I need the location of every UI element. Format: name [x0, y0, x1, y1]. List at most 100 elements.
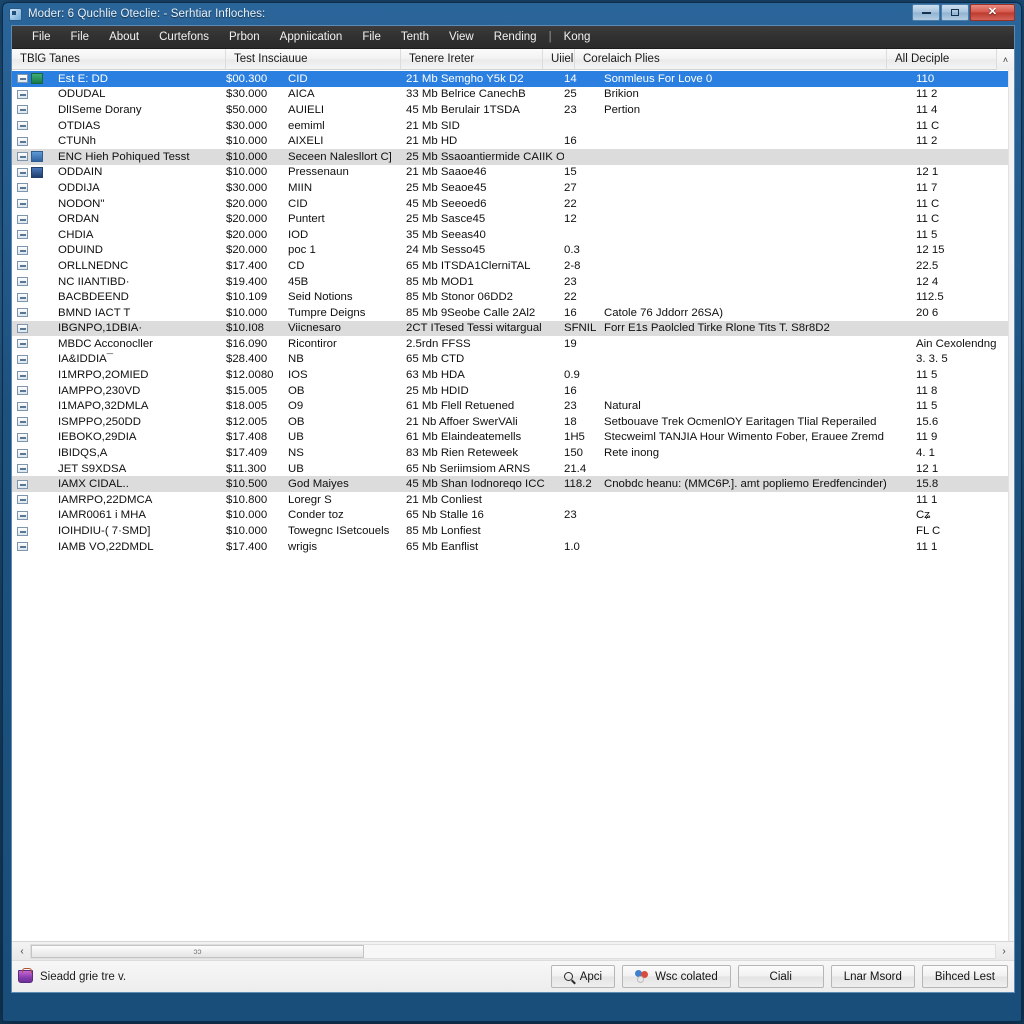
table-row[interactable]: ISMPPO,250DD $12.005 OB 21 Nb Affoer SwerVA…: [12, 414, 1008, 430]
row-badge-icon[interactable]: [31, 323, 43, 334]
row-badge-icon[interactable]: [31, 479, 43, 490]
list-item-icon[interactable]: [17, 339, 28, 349]
row-badge-icon[interactable]: [31, 370, 43, 381]
row-badge-icon[interactable]: [31, 385, 43, 396]
row-badge-icon[interactable]: [31, 151, 43, 163]
menu-item-0[interactable]: File: [22, 29, 61, 45]
horizontal-scrollbar[interactable]: ‹ ɔɔ ›: [12, 941, 1014, 960]
list-item-icon[interactable]: [17, 542, 28, 552]
menu-item-9[interactable]: Rending: [484, 29, 547, 45]
row-badge-icon[interactable]: [31, 432, 43, 443]
list-item-icon[interactable]: [17, 323, 28, 333]
list-view[interactable]: Est E: DD $00.300 CID 21 Mb Semgho Y5k D2 14…: [12, 70, 1014, 941]
list-item-icon[interactable]: [17, 510, 28, 520]
row-badge-icon[interactable]: [31, 276, 43, 287]
menu-item-trailing[interactable]: Kong: [554, 29, 601, 45]
list-item-icon[interactable]: [17, 417, 28, 427]
lnar-msord-button[interactable]: Lnar Msord: [830, 965, 915, 988]
table-row[interactable]: DlISeme Dorany $50.000 AUIELI 45 Mb Berulai…: [12, 102, 1008, 118]
table-row[interactable]: ORDAN $20.000 Puntert 25 Mb Sasce45 12 11 C: [12, 211, 1008, 227]
table-row[interactable]: ODDIJA $30.000 MIIN 25 Mb Seaoe45 27 11 7: [12, 180, 1008, 196]
menu-item-2[interactable]: About: [99, 29, 149, 45]
vertical-scrollbar[interactable]: [1008, 70, 1014, 941]
list-item-icon[interactable]: [17, 74, 28, 84]
table-row[interactable]: IEBOKO,29DIA $17.408 UB 61 Mb Elaindeatemel…: [12, 430, 1008, 446]
table-row[interactable]: I1MAPO,32DMLA $18.005 O9 61 Mb Flell Retuen…: [12, 398, 1008, 414]
list-item-icon[interactable]: [17, 526, 28, 536]
list-item-icon[interactable]: [17, 152, 28, 162]
scroll-up-icon[interactable]: ˄: [996, 49, 1014, 70]
row-badge-icon[interactable]: [31, 307, 43, 318]
title-bar[interactable]: Moder: 6 Quchlie Oteclie: - Serhtiar Inf…: [3, 3, 1021, 25]
table-row[interactable]: BACBDEEND $10.109 Seid Notions 85 Mb Stonor…: [12, 289, 1008, 305]
menu-item-4[interactable]: Prbon: [219, 29, 270, 45]
table-row[interactable]: CHDIA $20.000 IOD 35 Mb Seeas40 11 5: [12, 227, 1008, 243]
list-item-icon[interactable]: [17, 277, 28, 287]
minimize-button[interactable]: [912, 4, 940, 21]
list-item-icon[interactable]: [17, 432, 28, 442]
list-item-icon[interactable]: [17, 199, 28, 209]
table-row[interactable]: IAMB VO,22DMDL $17.400 wrigis 65 Mb Eanflis…: [12, 539, 1008, 555]
table-row[interactable]: IAMPPO,230VD $15.005 OB 25 Mb HDID 16 11 8: [12, 383, 1008, 399]
table-row[interactable]: IAMX CIDAL.. $10.500 God Maiyes 45 Mb Shan …: [12, 476, 1008, 493]
menu-item-5[interactable]: Appniication: [270, 29, 353, 45]
row-badge-icon[interactable]: [31, 214, 43, 225]
list-item-icon[interactable]: [17, 386, 28, 396]
table-row[interactable]: OTDIAS $30.000 eemiml 21 Mb SID 11 C: [12, 118, 1008, 134]
list-item-icon[interactable]: [17, 261, 28, 271]
row-badge-icon[interactable]: [31, 338, 43, 349]
row-badge-icon[interactable]: [31, 245, 43, 256]
table-row[interactable]: ODUIND $20.000 poc 1 24 Mb Sesso45 0.3 12 15: [12, 243, 1008, 259]
table-row[interactable]: NODON" $20.000 CID 45 Mb Seeoed6 22 11 C: [12, 196, 1008, 212]
scroll-left-icon[interactable]: ‹: [14, 944, 30, 959]
list-item-icon[interactable]: [17, 448, 28, 458]
row-badge-icon[interactable]: [31, 292, 43, 303]
menu-item-8[interactable]: View: [439, 29, 484, 45]
list-item-icon[interactable]: [17, 136, 28, 146]
table-row[interactable]: IBIDQS,A $17.409 NS 83 Mb Rien Reteweek 150 R…: [12, 445, 1008, 461]
row-badge-icon[interactable]: [31, 166, 43, 178]
row-badge-icon[interactable]: [31, 198, 43, 209]
column-header-3[interactable]: Uiiel: [543, 48, 575, 70]
table-row[interactable]: ORLLNEDNC $17.400 CD 65 Mb ITSDA1ClerniTAL 2…: [12, 258, 1008, 274]
row-badge-icon[interactable]: [31, 510, 43, 521]
row-badge-icon[interactable]: [31, 526, 43, 537]
table-row[interactable]: ODDAIN $10.000 Pressenaun 21 Mb Saaoe46 15 12…: [12, 165, 1008, 181]
row-badge-icon[interactable]: [31, 89, 43, 100]
table-row[interactable]: MBDC Acconocller $16.090 Ricontiror 2.5rdn …: [12, 336, 1008, 352]
row-badge-icon[interactable]: [31, 104, 43, 115]
list-item-icon[interactable]: [17, 89, 28, 99]
table-row[interactable]: CTUNh $10.000 AIXELI 21 Mb HD 16 11 2: [12, 133, 1008, 149]
menu-item-7[interactable]: Tenth: [391, 29, 439, 45]
table-row[interactable]: ODUDAL $30.000 AICA 33 Mb Belrice CanechB 25…: [12, 87, 1008, 103]
list-item-icon[interactable]: [17, 292, 28, 302]
table-row[interactable]: BMND IACT T $10.000 Tumpre Deigns 85 Mb 9Se…: [12, 305, 1008, 321]
row-badge-icon[interactable]: [31, 260, 43, 271]
list-item-icon[interactable]: [17, 401, 28, 411]
table-row[interactable]: IA&IDDIA¯ $28.400 NB 65 Mb CTD 3. 3. 5: [12, 352, 1008, 368]
menu-item-6[interactable]: File: [352, 29, 391, 45]
list-item-icon[interactable]: [17, 183, 28, 193]
horizontal-scroll-track[interactable]: ɔɔ: [30, 943, 996, 959]
list-item-icon[interactable]: [17, 370, 28, 380]
list-item-icon[interactable]: [17, 308, 28, 318]
ciali-button[interactable]: Ciali: [737, 965, 824, 988]
table-row[interactable]: IAMRPO,22DMCA $10.800 Loregr S 21 Mb Conlie…: [12, 492, 1008, 508]
menu-item-3[interactable]: Curtefons: [149, 29, 219, 45]
column-header-4[interactable]: Corelaich Plies: [575, 48, 887, 70]
column-header-0[interactable]: TBlG Tanes: [12, 48, 226, 70]
row-badge-icon[interactable]: [31, 401, 43, 412]
list-item-icon[interactable]: [17, 214, 28, 224]
list-item-icon[interactable]: [17, 479, 28, 489]
table-row[interactable]: IAMR0061 i MHA $10.000 Conder toz 65 Nb Sta…: [12, 508, 1008, 524]
row-badge-icon[interactable]: [31, 541, 43, 552]
list-item-icon[interactable]: [17, 495, 28, 505]
row-badge-icon[interactable]: [31, 136, 43, 147]
list-item-icon[interactable]: [17, 464, 28, 474]
table-row[interactable]: JET S9XDSA $11.300 UB 65 Nb Seriimsiom ARNS…: [12, 461, 1008, 477]
maximize-button[interactable]: [941, 4, 969, 21]
row-badge-icon[interactable]: [31, 229, 43, 240]
row-badge-icon[interactable]: [31, 182, 43, 193]
table-row[interactable]: NC IIANTIBD· $19.400 45B 85 Mb MOD1 23 12 4: [12, 274, 1008, 290]
table-row[interactable]: I1MRPO,2OMIED $12.0080 IOS 63 Mb HDA 0.9 11 5: [12, 367, 1008, 383]
